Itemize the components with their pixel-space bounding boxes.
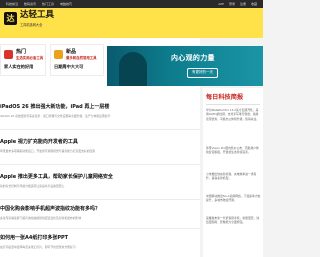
favorite-link[interactable]: 收藏 xyxy=(251,2,257,6)
site-subtitle: 工具精选网大全 xyxy=(20,23,43,27)
article-title[interactable]: 如何用一张A4纸打印多张PPT xyxy=(0,236,68,241)
divider xyxy=(206,104,260,105)
divider xyxy=(0,228,200,229)
tip-item[interactable]: 小米推出快充新标准，充电效率进一步提升，兼容多款机型。 xyxy=(206,172,261,190)
article-title[interactable]: iPadOS 26 推出强大新功能，iPad 再上一层楼 xyxy=(0,105,109,110)
tip-item[interactable]: 苹果Vision Pro国内售价公布，首批用户体验反馈积极，开发者生态持续完善。 xyxy=(206,146,261,168)
divider xyxy=(0,199,200,200)
article-meta: 在打印设置中选择每页多张幻灯片，即可节省纸张并方便复习 xyxy=(0,245,76,249)
article-title[interactable]: Apple 视力扩充能向开发者的工具 xyxy=(0,140,78,145)
article-title[interactable]: Apple 推出更多工具，帮助家长保护儿童网络安全 xyxy=(0,175,113,180)
divider xyxy=(0,164,200,165)
hot-card-sub: 家人实在的好用 xyxy=(4,64,34,69)
login-link[interactable]: 登录 xyxy=(229,2,235,6)
hero-banner[interactable]: 内心观的力量 有更好的一天 xyxy=(107,46,263,86)
tip-item[interactable]: 中国移动推出5G-A商用网络，下载速率大幅提升，多城市陆续开通。 xyxy=(206,194,261,212)
site-logo[interactable]: 达 xyxy=(4,12,17,25)
sidebar: 每日科技简报 华为MatePad Pro 13.2英寸近期开售，采用OLED柔性… xyxy=(203,88,263,257)
star-icon xyxy=(54,50,63,59)
article-meta: 多位专家解读屏下超声波指纹模组供应链变化及对新机发布的影响 xyxy=(0,216,82,220)
article-meta: 苹果发布多项辅助功能接口，开发者可调用视觉与语音能力打造更友好的应用 xyxy=(0,149,96,153)
top-nav-bar: 科技前沿 数码资讯 热门工具 电脑技巧 APP 登录 注册 收藏 xyxy=(0,0,263,8)
new-card-desc: 最多和自然常用工具 xyxy=(66,56,97,60)
tip-item[interactable]: 华为MatePad Pro 13.2英寸近期开售，采用OLED柔性屏，支持手写笔… xyxy=(206,108,261,143)
new-card[interactable]: 新品 最多和自然常用工具 日期周中大大可 xyxy=(50,44,104,76)
top-link-1[interactable]: 科技前沿 xyxy=(6,2,18,6)
top-link-3[interactable]: 热门工具 xyxy=(42,2,54,6)
top-right-links: APP 登录 注册 收藏 xyxy=(218,2,257,6)
article-meta: 新的家长控制与年龄分级选项让家庭共享设备更安心 xyxy=(0,184,65,188)
register-link[interactable]: 注册 xyxy=(240,2,246,6)
divider xyxy=(0,129,200,130)
sidebar-title: 每日科技简报 xyxy=(206,94,244,101)
top-link-2[interactable]: 数码资讯 xyxy=(24,2,36,6)
fire-icon xyxy=(4,50,13,59)
logo-icon: 达 xyxy=(6,13,15,23)
top-link-4[interactable]: 电脑技巧 xyxy=(60,2,72,6)
hot-card-desc: 生活实用必备工具 xyxy=(16,56,44,60)
new-card-title: 新品 xyxy=(66,49,77,55)
person-illustration xyxy=(119,52,147,86)
site-title[interactable]: 达轻工具 xyxy=(20,11,54,20)
article-meta: iPadOS 26 系统更新带来多任务、窗口管理与文件应用等全面升级，生产力体验… xyxy=(0,114,111,118)
banner-title: 内心观的力量 xyxy=(171,54,215,62)
hot-card[interactable]: 热门 生活实用必备工具 家人实在的好用 xyxy=(0,44,46,76)
app-link[interactable]: APP xyxy=(218,2,224,6)
hot-card-title: 热门 xyxy=(16,49,27,55)
new-card-sub: 日期周中大大可 xyxy=(54,64,84,69)
tip-item[interactable]: 荣耀发布新一代折叠屏手机，重量更轻，铰链更耐用，影像能力全面增强。 xyxy=(206,216,261,242)
banner-button[interactable]: 有更好的一天 xyxy=(187,68,218,78)
article-title[interactable]: 中国化购会影响手机超声波指纹功能有多吗？ xyxy=(0,207,100,212)
